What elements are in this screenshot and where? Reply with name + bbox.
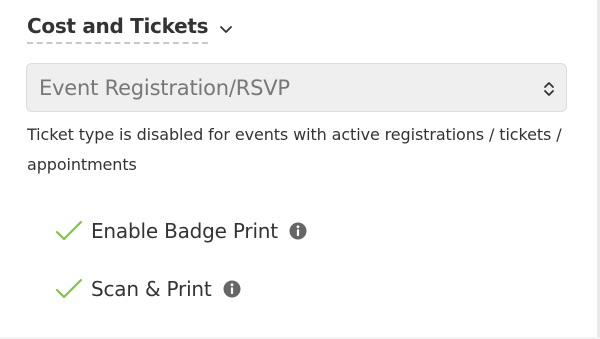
chevron-down-icon <box>220 26 233 33</box>
enable-badge-print-option[interactable]: Enable Badge Print <box>55 216 307 246</box>
checkmark-icon <box>56 279 82 298</box>
info-circle-icon[interactable] <box>289 222 307 240</box>
ticket-type-select[interactable]: Event Registration/RSVP <box>26 63 567 112</box>
updown-arrows-icon <box>544 82 554 96</box>
cost-and-tickets-section-toggle[interactable]: Cost and Tickets <box>27 10 234 46</box>
ticket-type-help-text: Ticket type is disabled for events with … <box>27 125 562 174</box>
scan-and-print-label: Scan & Print <box>91 277 212 301</box>
checkmark-icon <box>56 221 82 240</box>
ticket-type-select-value: Event Registration/RSVP <box>39 75 290 100</box>
info-circle-icon[interactable] <box>223 280 241 298</box>
enable-badge-print-label: Enable Badge Print <box>91 219 278 243</box>
section-title: Cost and Tickets <box>27 13 209 44</box>
scan-and-print-option[interactable]: Scan & Print <box>55 274 241 304</box>
